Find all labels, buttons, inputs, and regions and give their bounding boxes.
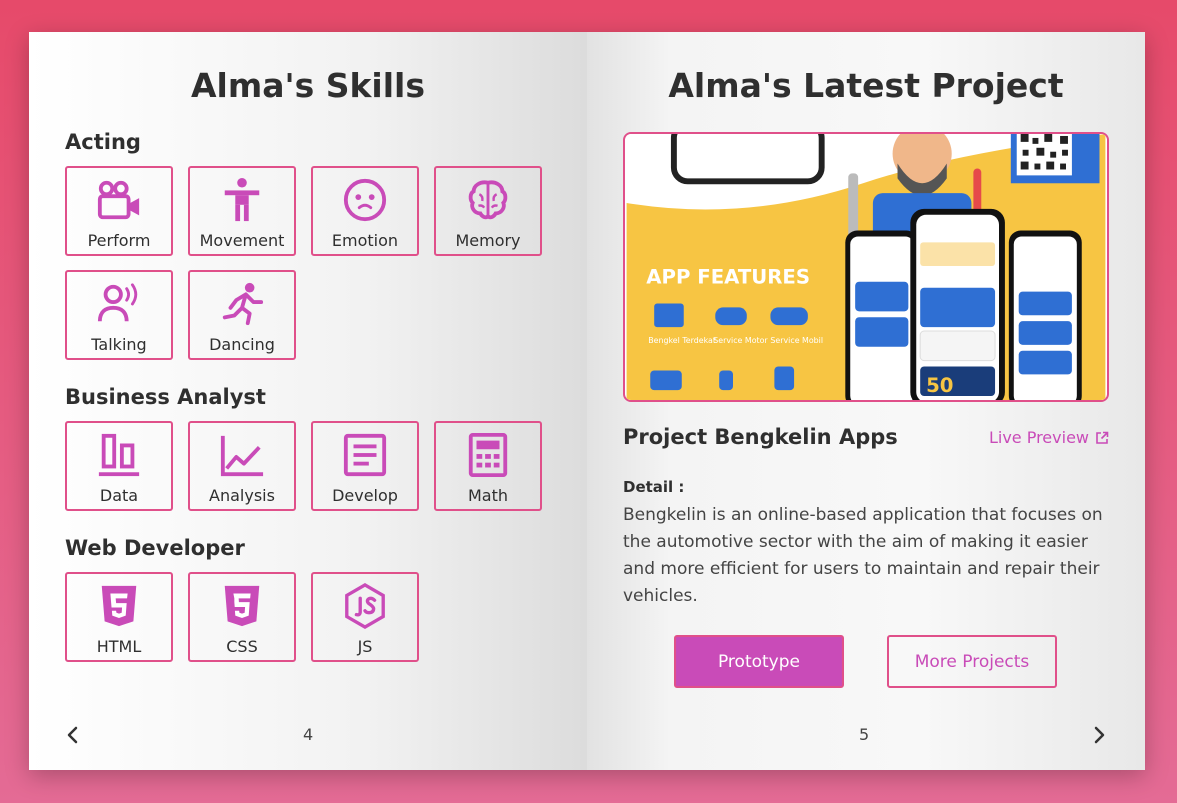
line-chart-icon [220, 435, 264, 477]
skill-dancing[interactable]: Dancing [188, 270, 296, 360]
more-projects-button[interactable]: More Projects [887, 635, 1057, 688]
image-promo-number: 50 [926, 374, 953, 397]
bar-chart-icon [98, 433, 140, 477]
live-preview-link[interactable]: Live Preview [989, 428, 1109, 447]
page-title: Alma's Skills [190, 66, 426, 105]
image-headline: APP FEATURES [646, 266, 810, 289]
skill-row-acting-1: Perform Movement Emotion Memory [65, 166, 542, 256]
skill-perform[interactable]: Perform [65, 166, 173, 256]
skill-math[interactable]: Math [434, 421, 542, 511]
skill-label: Memory [455, 231, 521, 250]
page-title: Alma's Latest Project [668, 66, 1064, 105]
project-preview-illustration: APP FEATURES Bengkel Terdekat Service Mo… [626, 134, 1106, 400]
skill-js[interactable]: JS [311, 572, 419, 662]
document-icon [343, 433, 387, 477]
prev-page-arrow-icon[interactable] [63, 725, 83, 745]
page-number: 4 [303, 725, 314, 744]
prototype-button[interactable]: Prototype [674, 635, 844, 688]
skill-label: Data [99, 486, 139, 505]
skill-label: HTML [96, 637, 142, 656]
skill-develop[interactable]: Develop [311, 421, 419, 511]
page-number: 5 [859, 725, 870, 744]
skill-analysis[interactable]: Analysis [188, 421, 296, 511]
person-voice-icon [97, 283, 138, 322]
live-preview-label: Live Preview [988, 428, 1089, 447]
skill-row-acting-2: Talking Dancing [65, 270, 296, 360]
skill-emotion[interactable]: Emotion [311, 166, 419, 256]
image-feature-1: Bengkel Terdekat [648, 336, 716, 345]
skill-label: Talking [91, 335, 147, 354]
right-page: Alma's Latest Project APP FEATURES Bengk… [587, 32, 1145, 770]
skill-label: Develop [332, 486, 398, 505]
face-icon [343, 178, 387, 222]
skill-row-web: HTML CSS JS [65, 572, 419, 662]
image-feature-3: Service Mobil [770, 336, 823, 345]
detail-label: Detail : [623, 478, 685, 496]
running-person-icon [222, 282, 264, 326]
css3-icon [224, 585, 260, 627]
brain-icon [468, 180, 508, 220]
project-name: Project Bengkelin Apps [623, 425, 898, 449]
skill-row-business: Data Analysis Develop Math [65, 421, 542, 511]
skill-css[interactable]: CSS [188, 572, 296, 662]
html5-icon [101, 585, 137, 627]
external-link-icon [1096, 431, 1109, 444]
skill-label: CSS [226, 637, 258, 656]
skill-label: JS [357, 637, 373, 656]
section-title-business: Business Analyst [65, 385, 266, 409]
skill-label: Dancing [209, 335, 275, 354]
skill-movement[interactable]: Movement [188, 166, 296, 256]
project-image: APP FEATURES Bengkel Terdekat Service Mo… [623, 132, 1109, 402]
skill-memory[interactable]: Memory [434, 166, 542, 256]
section-title-acting: Acting [65, 130, 141, 154]
person-standing-icon [224, 177, 260, 222]
detail-text: Bengkelin is an online-based application… [623, 505, 1103, 606]
next-page-arrow-icon[interactable] [1089, 725, 1109, 745]
skill-html[interactable]: HTML [65, 572, 173, 662]
nodejs-icon [345, 583, 385, 629]
skill-talking[interactable]: Talking [65, 270, 173, 360]
flipbook: Alma's Skills Acting Perform Movement Em… [29, 32, 1145, 770]
skill-label: Emotion [331, 231, 399, 250]
skill-label: Movement [199, 231, 285, 250]
video-camera-icon [97, 180, 140, 220]
image-feature-2: Service Motor [713, 336, 768, 345]
skill-label: Perform [87, 231, 151, 250]
calculator-icon [468, 432, 508, 478]
skill-label: Math [467, 486, 509, 505]
skill-data[interactable]: Data [65, 421, 173, 511]
section-title-web: Web Developer [65, 536, 245, 560]
left-page: Alma's Skills Acting Perform Movement Em… [29, 32, 587, 770]
skill-label: Analysis [209, 486, 275, 505]
